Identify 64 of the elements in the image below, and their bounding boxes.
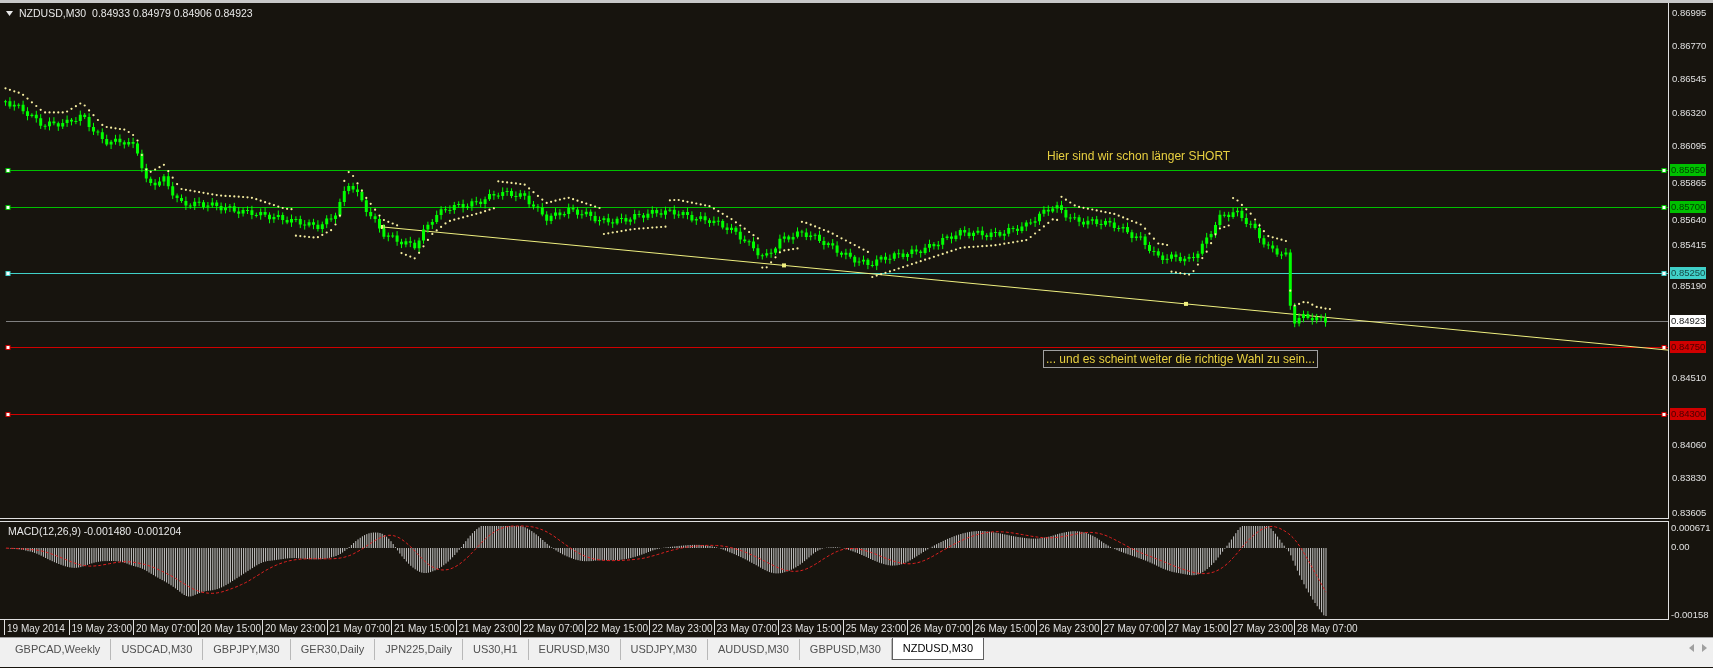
time-axis-label: 21 May 07:00 xyxy=(326,620,391,635)
time-axis-label: 19 May 23:00 xyxy=(68,620,133,635)
dropdown-icon[interactable] xyxy=(6,10,13,16)
time-axis-label: 27 May 23:00 xyxy=(1229,620,1294,635)
chart-tab[interactable]: USDJPY,M30 xyxy=(620,639,708,660)
price-axis-label: 0.83605 xyxy=(1672,507,1707,520)
time-axis-label: 26 May 07:00 xyxy=(907,620,972,635)
chart-tab[interactable]: NZDUSD,M30 xyxy=(891,638,985,660)
time-axis-label: 23 May 07:00 xyxy=(713,620,778,635)
indicator-label: MACD(12,26,9) -0.001480 -0.001204 xyxy=(8,525,182,537)
price-axis-label: 0.84060 xyxy=(1672,438,1707,451)
price-axis-label: 0.85190 xyxy=(1672,280,1707,292)
time-axis-label: 28 May 07:00 xyxy=(1294,620,1359,635)
price-axis-label: 0.86545 xyxy=(1672,73,1707,86)
chart-annotation[interactable]: Hier sind wir schon länger SHORT xyxy=(1047,149,1231,163)
chart-tab[interactable]: GBPCAD,Weekly xyxy=(5,639,112,660)
time-axis-label: 22 May 15:00 xyxy=(584,620,649,635)
time-axis-label: 25 May 23:00 xyxy=(842,620,907,635)
time-axis-label: 26 May 23:00 xyxy=(1036,620,1101,635)
price-axis-label: 0.83830 xyxy=(1672,471,1707,484)
chart-annotation[interactable]: ... und es scheint weiter die richtige Wahl zu sein... xyxy=(1043,350,1318,368)
time-axis-label: 22 May 23:00 xyxy=(649,620,714,635)
chart-tab[interactable]: GBPJPY,M30 xyxy=(203,639,291,660)
price-label: 0.84923 xyxy=(1670,315,1707,327)
price-axis-label: 0.86770 xyxy=(1672,40,1707,53)
level-line[interactable] xyxy=(5,271,1668,276)
price-label: 0.85950 xyxy=(1670,164,1707,176)
time-axis-label: 27 May 07:00 xyxy=(1100,620,1165,635)
indicator-axis-label: -0.00158 xyxy=(1671,609,1709,621)
price-axis-label: 0.86995 xyxy=(1672,7,1707,19)
time-axis-label: 21 May 23:00 xyxy=(455,620,520,635)
chart-tab[interactable]: GBPUSD,M30 xyxy=(799,639,892,660)
time-axis-label: 19 May 2014 xyxy=(4,620,69,635)
price-label: 0.85250 xyxy=(1670,267,1707,279)
price-axis-label: 0.86095 xyxy=(1672,139,1707,152)
price-axis-label: 0.85640 xyxy=(1672,214,1707,226)
time-axis-label: 20 May 15:00 xyxy=(197,620,262,635)
price-axis-label: 0.84510 xyxy=(1672,372,1707,385)
time-axis-label: 27 May 15:00 xyxy=(1165,620,1230,635)
symbol-label: NZDUSD,M30 xyxy=(19,7,87,19)
price-axis-label: 0.85865 xyxy=(1672,177,1707,189)
indicator-axis-label: 0.00 xyxy=(1671,541,1690,553)
level-line[interactable] xyxy=(5,168,1668,173)
chart-tab[interactable]: USDCAD,M30 xyxy=(111,639,204,660)
chart-tab[interactable]: US30,H1 xyxy=(462,639,529,660)
chart-tab[interactable]: EURUSD,M30 xyxy=(528,639,621,660)
time-axis-label: 21 May 15:00 xyxy=(391,620,456,635)
trend-line[interactable] xyxy=(381,225,1668,351)
time-axis-label: 20 May 07:00 xyxy=(133,620,198,635)
time-axis-label: 20 May 23:00 xyxy=(262,620,327,635)
price-axis-label: 0.86320 xyxy=(1672,106,1707,119)
price-label: 0.84300 xyxy=(1670,408,1707,420)
time-axis-label: 23 May 15:00 xyxy=(778,620,843,635)
chart-tab[interactable]: AUDUSD,M30 xyxy=(707,639,800,660)
chart-tab[interactable]: JPN225,Daily xyxy=(375,639,463,660)
price-label: 0.85700 xyxy=(1670,201,1707,213)
price-label: 0.84750 xyxy=(1670,341,1707,353)
chart-tab[interactable]: GER30,Daily xyxy=(290,639,376,660)
quote-values: 0.84933 0.84979 0.84906 0.84923 xyxy=(92,7,253,19)
time-axis-label: 22 May 07:00 xyxy=(520,620,585,635)
level-line[interactable] xyxy=(5,205,1668,210)
price-axis-label: 0.85415 xyxy=(1672,239,1707,252)
time-axis-label: 26 May 15:00 xyxy=(971,620,1036,635)
indicator-axis-label: 0.000671 xyxy=(1671,522,1711,534)
